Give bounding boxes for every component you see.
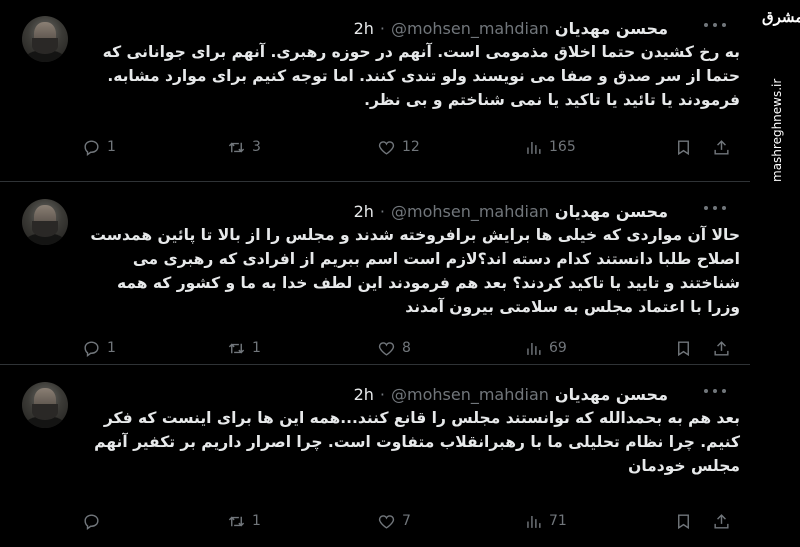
separator: · <box>379 201 385 221</box>
views-chart-icon <box>527 515 541 528</box>
tweet-header: 2h · @mohsen_mahdian محسن مهدیان <box>188 383 668 405</box>
share-button[interactable] <box>712 135 731 159</box>
reply-count: 1 <box>107 139 116 155</box>
avatar[interactable] <box>22 16 68 62</box>
bookmark-button[interactable] <box>674 336 693 360</box>
share-icon <box>714 513 729 529</box>
retweet-count: 1 <box>252 340 261 356</box>
bookmark-button[interactable] <box>674 509 693 533</box>
tweet-actions: 1 3 12 165 <box>82 135 732 159</box>
like-button[interactable]: 12 <box>377 135 420 159</box>
avatar[interactable] <box>22 199 68 245</box>
like-count: 12 <box>402 139 420 155</box>
author-name[interactable]: محسن مهدیان <box>555 385 668 404</box>
share-icon <box>714 340 729 356</box>
tweet-time[interactable]: 2h <box>354 385 374 404</box>
bookmark-icon <box>678 340 689 356</box>
reply-button[interactable] <box>82 509 107 533</box>
reply-icon <box>84 139 99 156</box>
retweet-button[interactable]: 1 <box>227 509 261 533</box>
tweet-text: به رخ کشیدن حتما اخلاق مذمومی است. آنهم … <box>102 43 740 109</box>
reply-icon <box>84 340 99 357</box>
bookmark-icon <box>678 513 689 529</box>
reply-count: 1 <box>107 340 116 356</box>
retweet-icon <box>228 343 245 353</box>
tweet-header: 2h · @mohsen_mahdian محسن مهدیان <box>188 200 668 222</box>
views-chart-icon <box>527 342 541 355</box>
tweet-time[interactable]: 2h <box>354 19 374 38</box>
tweet-time[interactable]: 2h <box>354 202 374 221</box>
tweet-text: حالا آن مواردی که خیلی ها برایش برافروخت… <box>90 226 740 316</box>
retweet-icon <box>228 142 245 152</box>
view-count: 69 <box>549 340 567 356</box>
author-name[interactable]: محسن مهدیان <box>555 19 668 38</box>
views-button[interactable]: 71 <box>524 509 567 533</box>
like-count: 8 <box>402 340 411 356</box>
bookmark-button[interactable] <box>674 135 693 159</box>
tweet-actions: 1 7 71 <box>82 509 732 533</box>
watermark-strip: مشرق mashreghnews.ir <box>752 0 800 547</box>
share-button[interactable] <box>712 336 731 360</box>
tweet-text: بعد هم به بحمدالله که توانستند مجلس را ق… <box>94 409 740 475</box>
heart-icon <box>378 140 395 155</box>
tweet[interactable]: 2h · @mohsen_mahdian محسن مهدیان حالا آن… <box>0 183 750 365</box>
bookmark-icon <box>678 139 689 155</box>
author-handle[interactable]: @mohsen_mahdian <box>391 202 549 221</box>
author-name[interactable]: محسن مهدیان <box>555 202 668 221</box>
view-count: 165 <box>549 139 576 155</box>
retweet-button[interactable]: 3 <box>227 135 261 159</box>
views-button[interactable]: 69 <box>524 336 567 360</box>
tweet-header: 2h · @mohsen_mahdian محسن مهدیان <box>188 17 668 39</box>
reply-icon <box>84 513 99 530</box>
more-options-icon[interactable] <box>704 384 726 398</box>
reply-button[interactable]: 1 <box>82 135 116 159</box>
reply-button[interactable]: 1 <box>82 336 116 360</box>
like-button[interactable]: 8 <box>377 336 411 360</box>
tweet-actions: 1 1 8 69 <box>82 336 732 360</box>
view-count: 71 <box>549 513 567 529</box>
more-options-icon[interactable] <box>704 18 726 32</box>
heart-icon <box>378 341 395 356</box>
author-handle[interactable]: @mohsen_mahdian <box>391 19 549 38</box>
retweet-button[interactable]: 1 <box>227 336 261 360</box>
like-count: 7 <box>402 513 411 529</box>
separator: · <box>379 18 385 38</box>
tweet[interactable]: 2h · @mohsen_mahdian محسن مهدیان به رخ ک… <box>0 0 750 182</box>
more-options-icon[interactable] <box>704 201 726 215</box>
tweet-thread: 2h · @mohsen_mahdian محسن مهدیان به رخ ک… <box>0 0 750 547</box>
share-icon <box>714 139 729 155</box>
watermark-logo: مشرق <box>762 8 800 26</box>
views-button[interactable]: 165 <box>524 135 576 159</box>
avatar[interactable] <box>22 382 68 428</box>
share-button[interactable] <box>712 509 731 533</box>
tweet[interactable]: 2h · @mohsen_mahdian محسن مهدیان بعد هم … <box>0 366 750 547</box>
like-button[interactable]: 7 <box>377 509 411 533</box>
separator: · <box>379 384 385 404</box>
screenshot: 2h · @mohsen_mahdian محسن مهدیان به رخ ک… <box>0 0 800 547</box>
retweet-icon <box>228 516 245 526</box>
retweet-count: 3 <box>252 139 261 155</box>
author-handle[interactable]: @mohsen_mahdian <box>391 385 549 404</box>
views-chart-icon <box>527 141 541 154</box>
heart-icon <box>378 514 395 529</box>
watermark-site: mashreghnews.ir <box>770 78 784 182</box>
retweet-count: 1 <box>252 513 261 529</box>
